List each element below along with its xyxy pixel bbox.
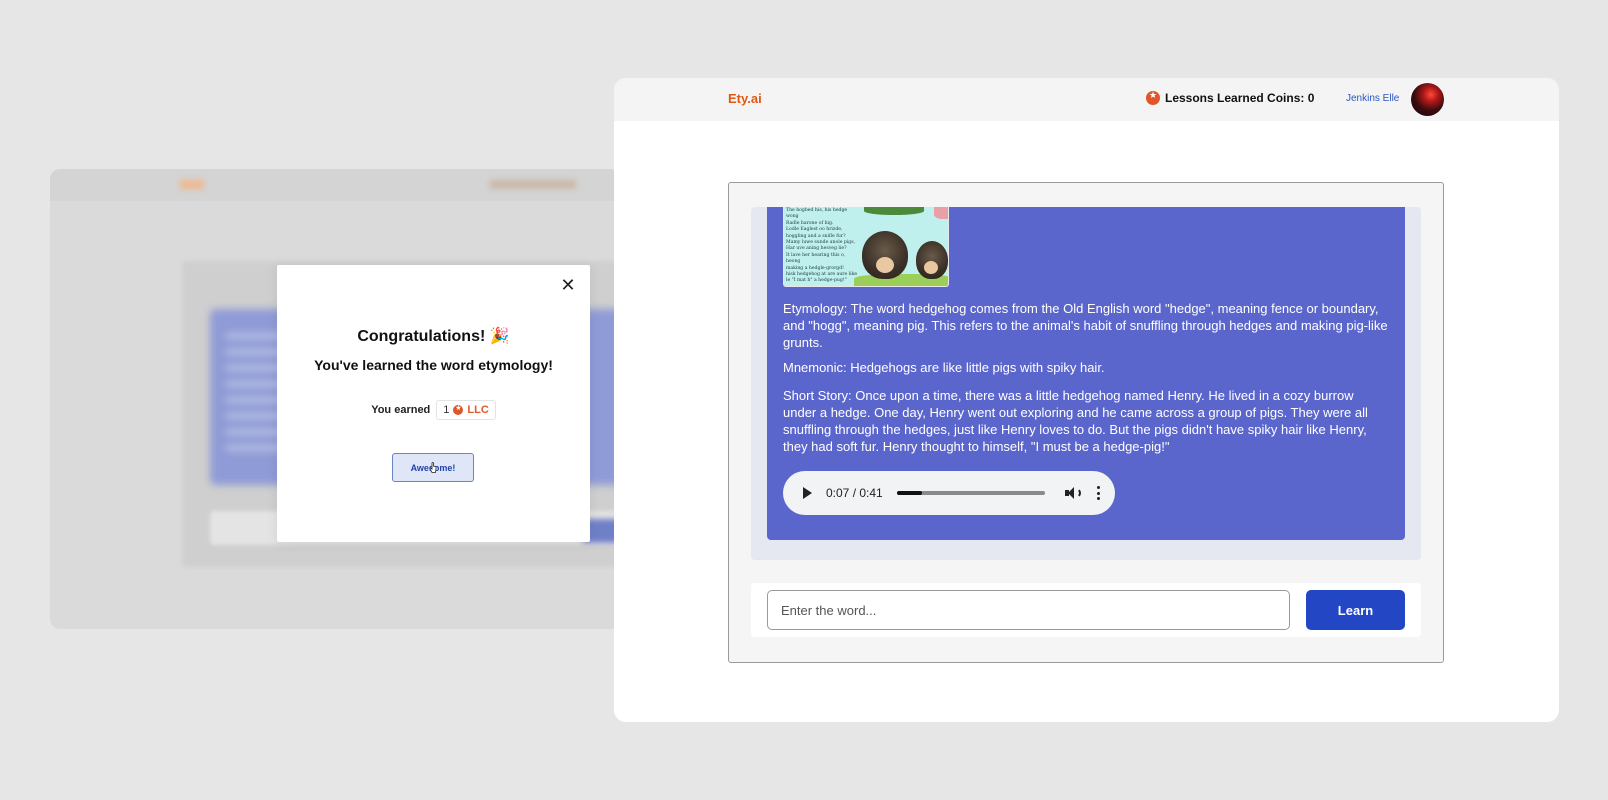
coins-label: Lessons Learned Coins: 0 [1165, 91, 1315, 105]
coins-indicator: Lessons Learned Coins: 0 [1146, 91, 1314, 105]
hedgehog-face [876, 257, 894, 273]
close-icon[interactable]: ✕ [560, 276, 576, 294]
earned-unit: LLC [467, 404, 489, 416]
short-story-text: Short Story: Once upon a time, there was… [783, 388, 1368, 454]
mnemonic-text: Mnemonic: Hedgehogs are like little pigs… [783, 360, 1105, 375]
pig-figure [934, 207, 948, 219]
story-illustration: The hogbed his, his hedge wong Radle har… [783, 207, 949, 287]
audio-player: 0:07 / 0:41 [783, 471, 1115, 515]
play-icon[interactable] [803, 487, 812, 499]
app-logo[interactable]: Ety.ai [728, 91, 762, 106]
lesson-container: The hogbed his, his hedge wong Radle har… [728, 182, 1444, 663]
illustration-text: The hogbed his, his hedge wong Radle har… [786, 208, 858, 284]
user-name[interactable]: Jenkins Elle [1346, 93, 1399, 104]
app-window: Ety.ai Lessons Learned Coins: 0 Jenkins … [614, 78, 1559, 722]
earned-row: You earned 1 LLC [277, 400, 590, 420]
word-result-card: The hogbed his, his hedge wong Radle har… [767, 207, 1405, 540]
earned-badge: 1 LLC [436, 400, 496, 420]
hedgehog-figure [916, 241, 948, 279]
background-coins [490, 180, 576, 189]
hand-cursor-icon [429, 462, 437, 473]
audio-time: 0:07 / 0:41 [826, 486, 883, 500]
volume-icon[interactable] [1064, 486, 1081, 500]
hedgehog-figure [862, 231, 908, 279]
coin-icon [453, 404, 464, 415]
result-panel[interactable]: The hogbed his, his hedge wong Radle har… [751, 207, 1421, 560]
audio-progress-bar[interactable] [896, 491, 1045, 495]
background-logo [180, 180, 204, 189]
earned-label: You earned [371, 404, 431, 416]
more-options-icon[interactable] [1097, 486, 1101, 500]
earned-amount: 1 [443, 404, 450, 416]
avatar[interactable] [1411, 83, 1444, 116]
hedgehog-face [924, 261, 938, 274]
etymology-text: Etymology: The word hedgehog comes from … [783, 301, 1388, 350]
coin-icon [1146, 91, 1160, 105]
audio-progress-fill [896, 491, 922, 495]
congratulations-modal: ✕ Congratulations! 🎉 You've learned the … [277, 265, 590, 542]
modal-subtitle: You've learned the word etymology! [314, 357, 553, 373]
word-input[interactable] [767, 590, 1290, 630]
app-header: Ety.ai Lessons Learned Coins: 0 Jenkins … [614, 78, 1559, 121]
learn-button[interactable]: Learn [1306, 590, 1405, 630]
word-input-row: Learn [751, 583, 1421, 637]
modal-title: Congratulations! 🎉 [357, 328, 510, 345]
background-header [50, 169, 620, 201]
leaves-decoration [864, 207, 924, 215]
